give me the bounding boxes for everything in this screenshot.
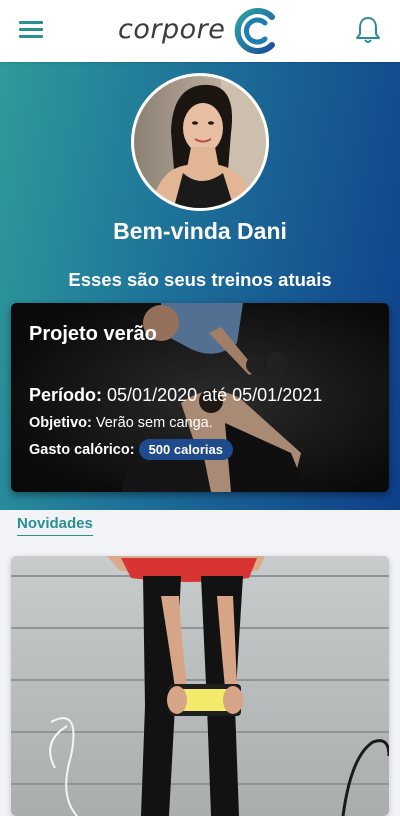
- calories-badge: 500 calorias: [138, 439, 234, 460]
- workout-period: Período: 05/01/2020 até 05/01/2021: [29, 385, 322, 406]
- workout-objective: Objetivo: Verão sem canga.: [29, 415, 213, 431]
- welcome-message: Bem-vinda Dani: [113, 218, 287, 244]
- app-logo: corpore: [118, 8, 286, 54]
- period-label: Período:: [29, 385, 103, 405]
- avatar-photo: [131, 73, 269, 211]
- period-value: 05/01/2020 até 05/01/2021: [107, 385, 323, 405]
- objective-value: Verão sem canga.: [95, 415, 213, 431]
- calories-label: Gasto calórico:: [29, 441, 135, 458]
- workouts-section-title: Esses são seus treinos atuais: [68, 269, 332, 290]
- hero-section: Bem-vinda Dani Esses são seus treinos at…: [0, 62, 400, 510]
- current-workout-card[interactable]: Projeto verão Período: 05/01/2020 até 05…: [11, 303, 389, 492]
- news-section-title[interactable]: Novidades: [17, 515, 93, 536]
- hamburger-menu-icon[interactable]: [19, 21, 43, 41]
- news-photo: [11, 556, 389, 816]
- avatar[interactable]: [131, 73, 269, 211]
- logo-wordmark: corpore: [118, 14, 226, 45]
- objective-label: Objetivo:: [29, 415, 92, 431]
- bell-icon[interactable]: [355, 15, 381, 45]
- workout-name: Projeto verão: [29, 323, 157, 345]
- news-card[interactable]: [11, 556, 389, 816]
- top-app-bar: corpore: [0, 0, 400, 62]
- logo-mark-icon: [234, 8, 275, 54]
- workout-calories: Gasto calórico: 500 calorias: [29, 439, 234, 460]
